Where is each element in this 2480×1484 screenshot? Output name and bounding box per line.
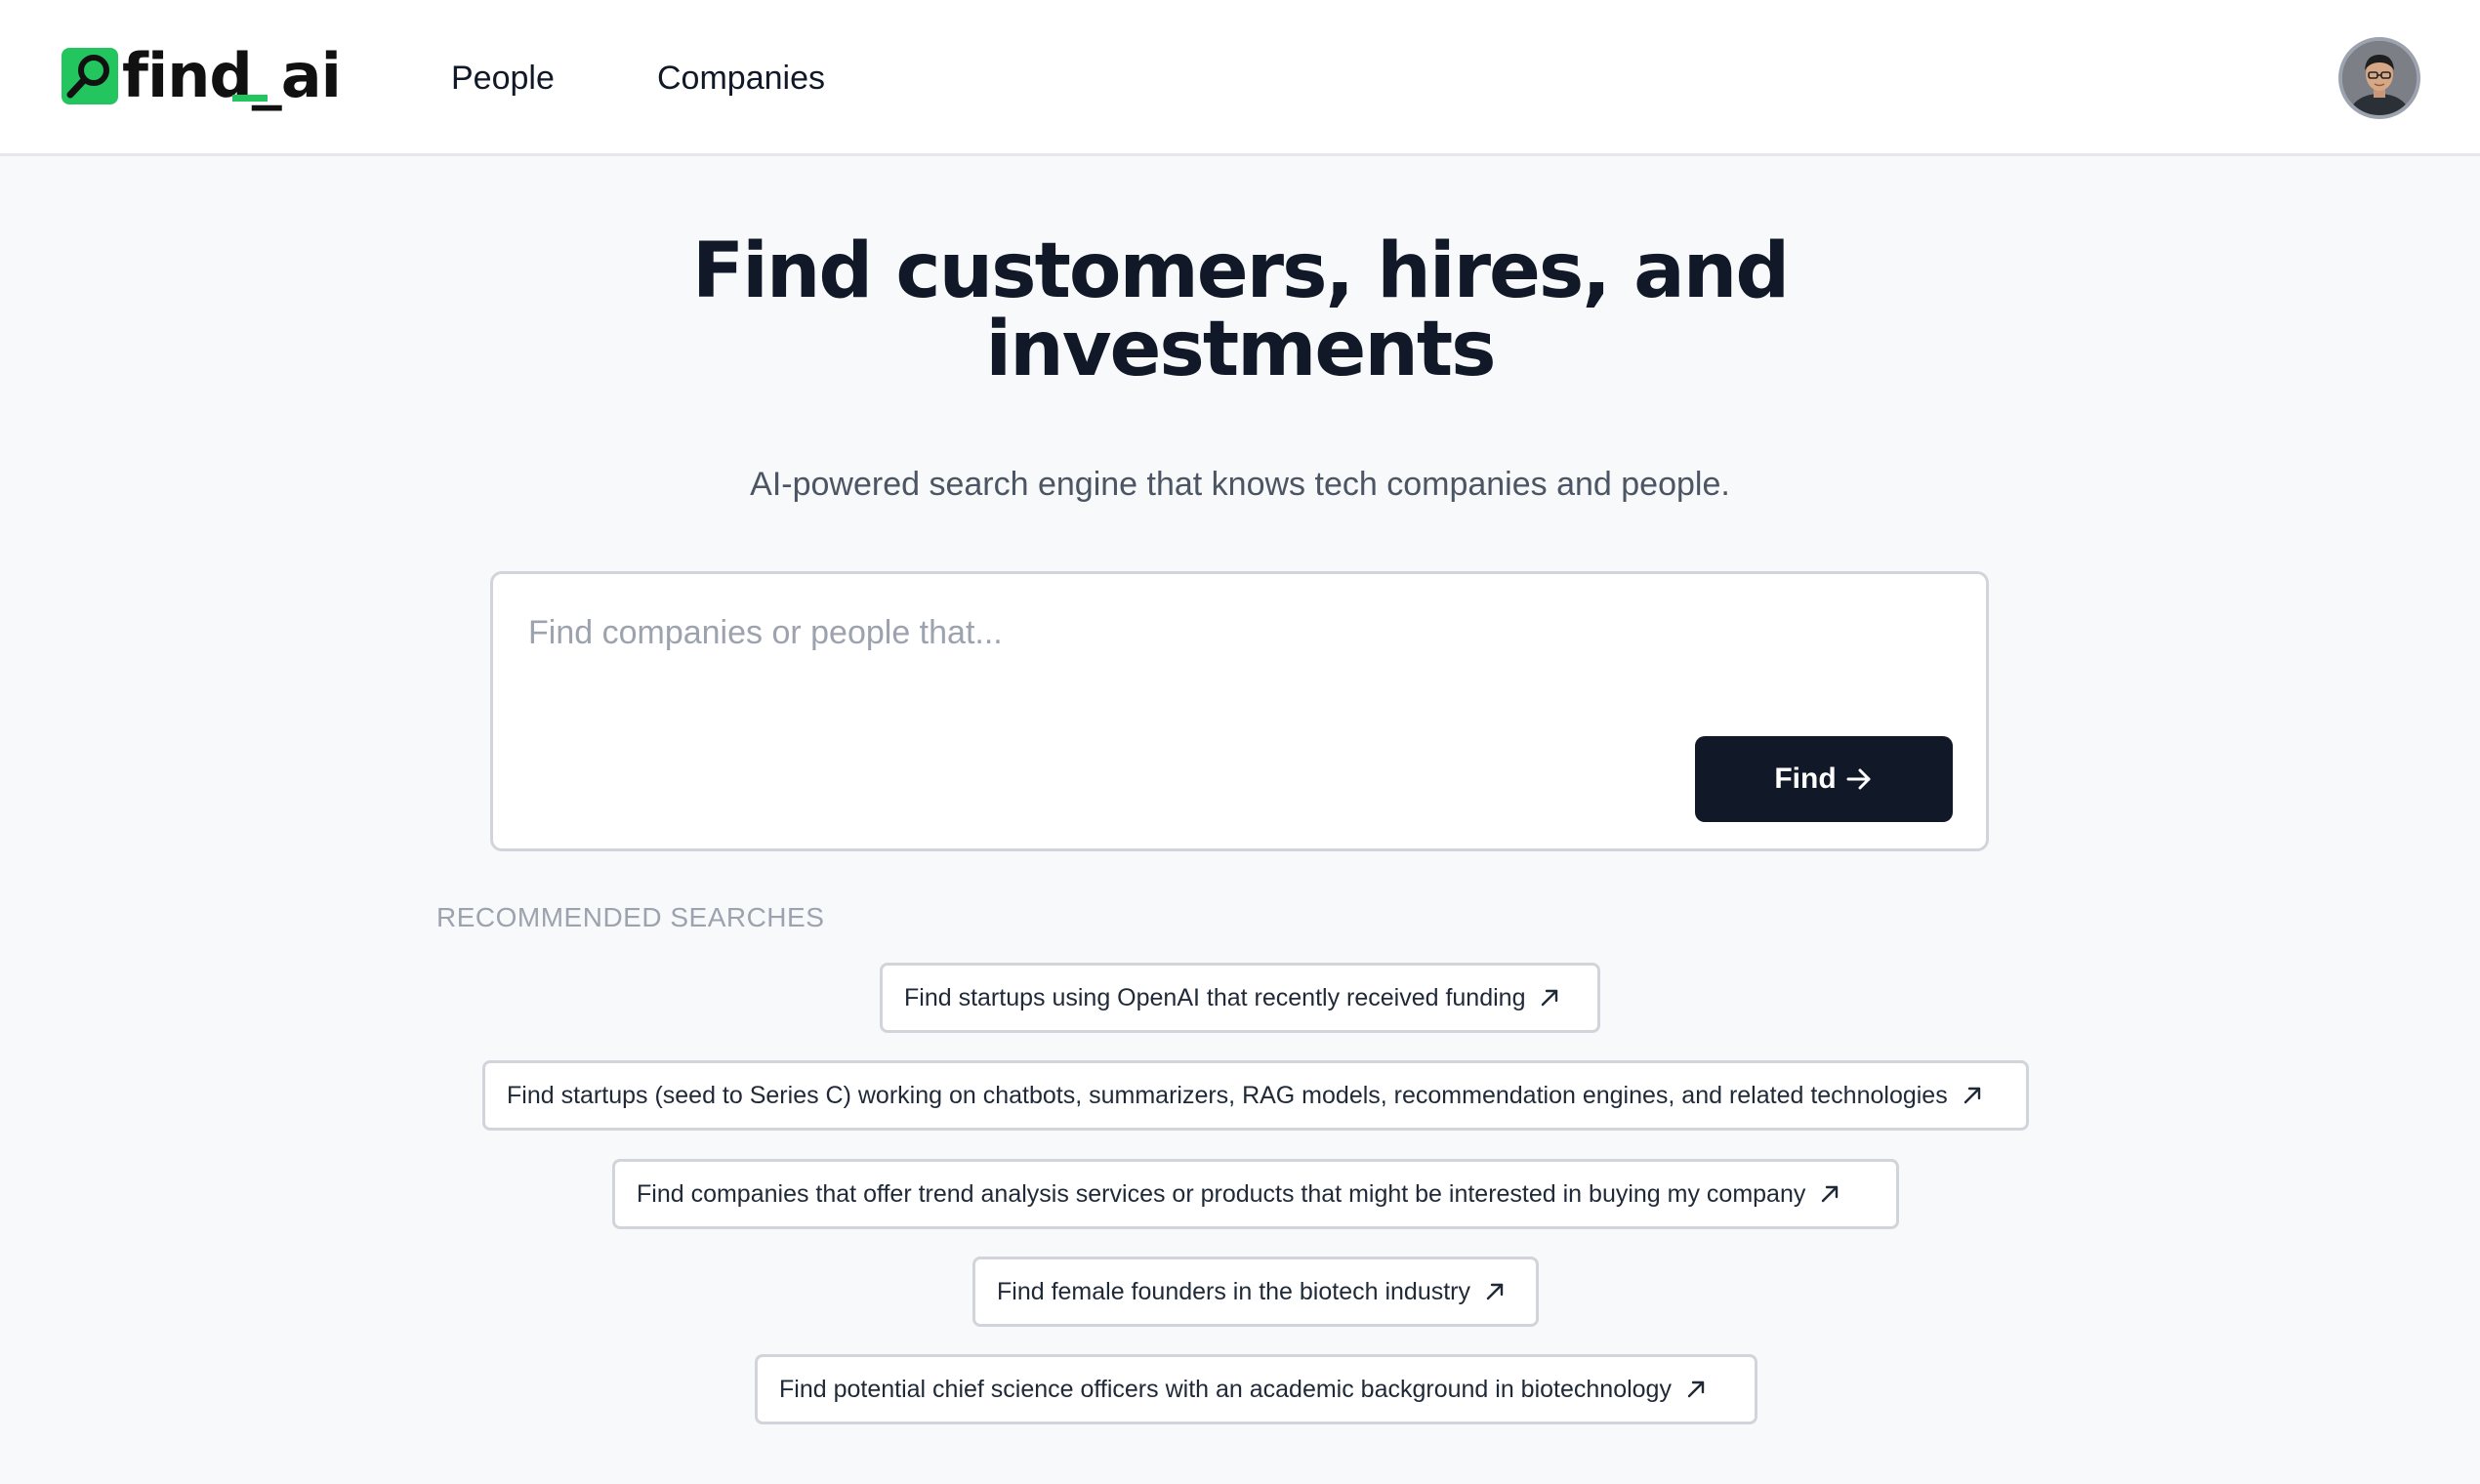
arrow-up-right-icon [1819, 1183, 1840, 1205]
find-button[interactable]: Find [1695, 736, 1953, 822]
recommended-search-chip[interactable]: Find startups (seed to Series C) working… [482, 1060, 2029, 1131]
search-box: Find [490, 571, 1989, 851]
logo[interactable]: find_ai [62, 40, 342, 111]
nav-people-link[interactable]: People [451, 59, 555, 98]
chip-label: Find startups (seed to Series C) working… [507, 1081, 1948, 1109]
chip-label: Find female founders in the biotech indu… [997, 1277, 1470, 1305]
recommended-search-chip[interactable]: Find potential chief science officers wi… [755, 1354, 1757, 1424]
recommended-search-chip[interactable]: Find female founders in the biotech indu… [972, 1257, 1539, 1327]
hero-title-line-2: investments [985, 306, 1496, 393]
hero-title-line-1: Find customers, hires, and [691, 227, 1790, 315]
recommended-search-chip[interactable]: Find startups using OpenAI that recently… [880, 963, 1600, 1033]
find-button-label: Find [1774, 763, 1837, 795]
logo-text: find_ai [122, 40, 342, 111]
chip-label: Find companies that offer trend analysis… [637, 1179, 1806, 1208]
logo-underscore-accent [232, 95, 268, 102]
arrow-up-right-icon [1962, 1085, 1983, 1106]
chip-label: Find startups using OpenAI that recently… [904, 983, 1526, 1011]
arrow-up-right-icon [1685, 1379, 1707, 1400]
nav-companies-link[interactable]: Companies [657, 59, 825, 98]
top-navbar: find_ai People Companies [0, 0, 2480, 156]
recommended-search-chip[interactable]: Find companies that offer trend analysis… [612, 1159, 1899, 1229]
search-input[interactable] [528, 603, 1934, 662]
chip-label: Find potential chief science officers wi… [779, 1375, 1672, 1403]
magnifier-icon [62, 48, 118, 104]
user-avatar[interactable] [2338, 37, 2420, 119]
arrow-up-right-icon [1484, 1281, 1506, 1302]
arrow-right-icon [1844, 764, 1874, 794]
hero-title: Find customers, hires, and investments [508, 232, 1972, 389]
hero-subtitle: AI-powered search engine that knows tech… [750, 466, 1730, 503]
recommended-searches-heading: RECOMMENDED SEARCHES [436, 902, 825, 932]
arrow-up-right-icon [1539, 987, 1560, 1009]
